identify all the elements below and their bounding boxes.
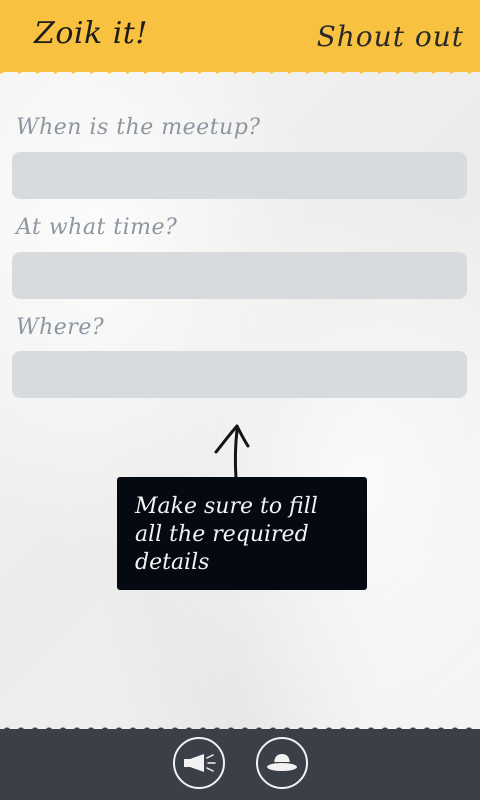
- meetup-time-input[interactable]: [12, 252, 467, 299]
- tooltip-line: Make sure to fill: [135, 494, 318, 519]
- meetup-place-label: Where?: [16, 315, 105, 340]
- meetup-time-label: At what time?: [16, 215, 178, 240]
- page-title: Shout out: [316, 20, 464, 53]
- meetup-date-label: When is the meetup?: [16, 115, 261, 140]
- tooltip-line: details: [135, 550, 210, 575]
- header-bar: Zoik it! Shout out: [0, 0, 480, 76]
- required-details-tooltip: Make sure to fill all the required detai…: [117, 477, 367, 590]
- meetup-place-input[interactable]: [12, 351, 467, 398]
- up-arrow-icon: [214, 424, 250, 480]
- meetup-date-input[interactable]: [12, 152, 467, 199]
- app-bar: [0, 725, 480, 800]
- shout-button[interactable]: [173, 737, 225, 789]
- hat-button[interactable]: [256, 737, 308, 789]
- hat-icon: [267, 754, 297, 771]
- tooltip-line: all the required: [135, 522, 309, 547]
- app-title: Zoik it!: [34, 16, 148, 51]
- megaphone-icon: [184, 754, 216, 772]
